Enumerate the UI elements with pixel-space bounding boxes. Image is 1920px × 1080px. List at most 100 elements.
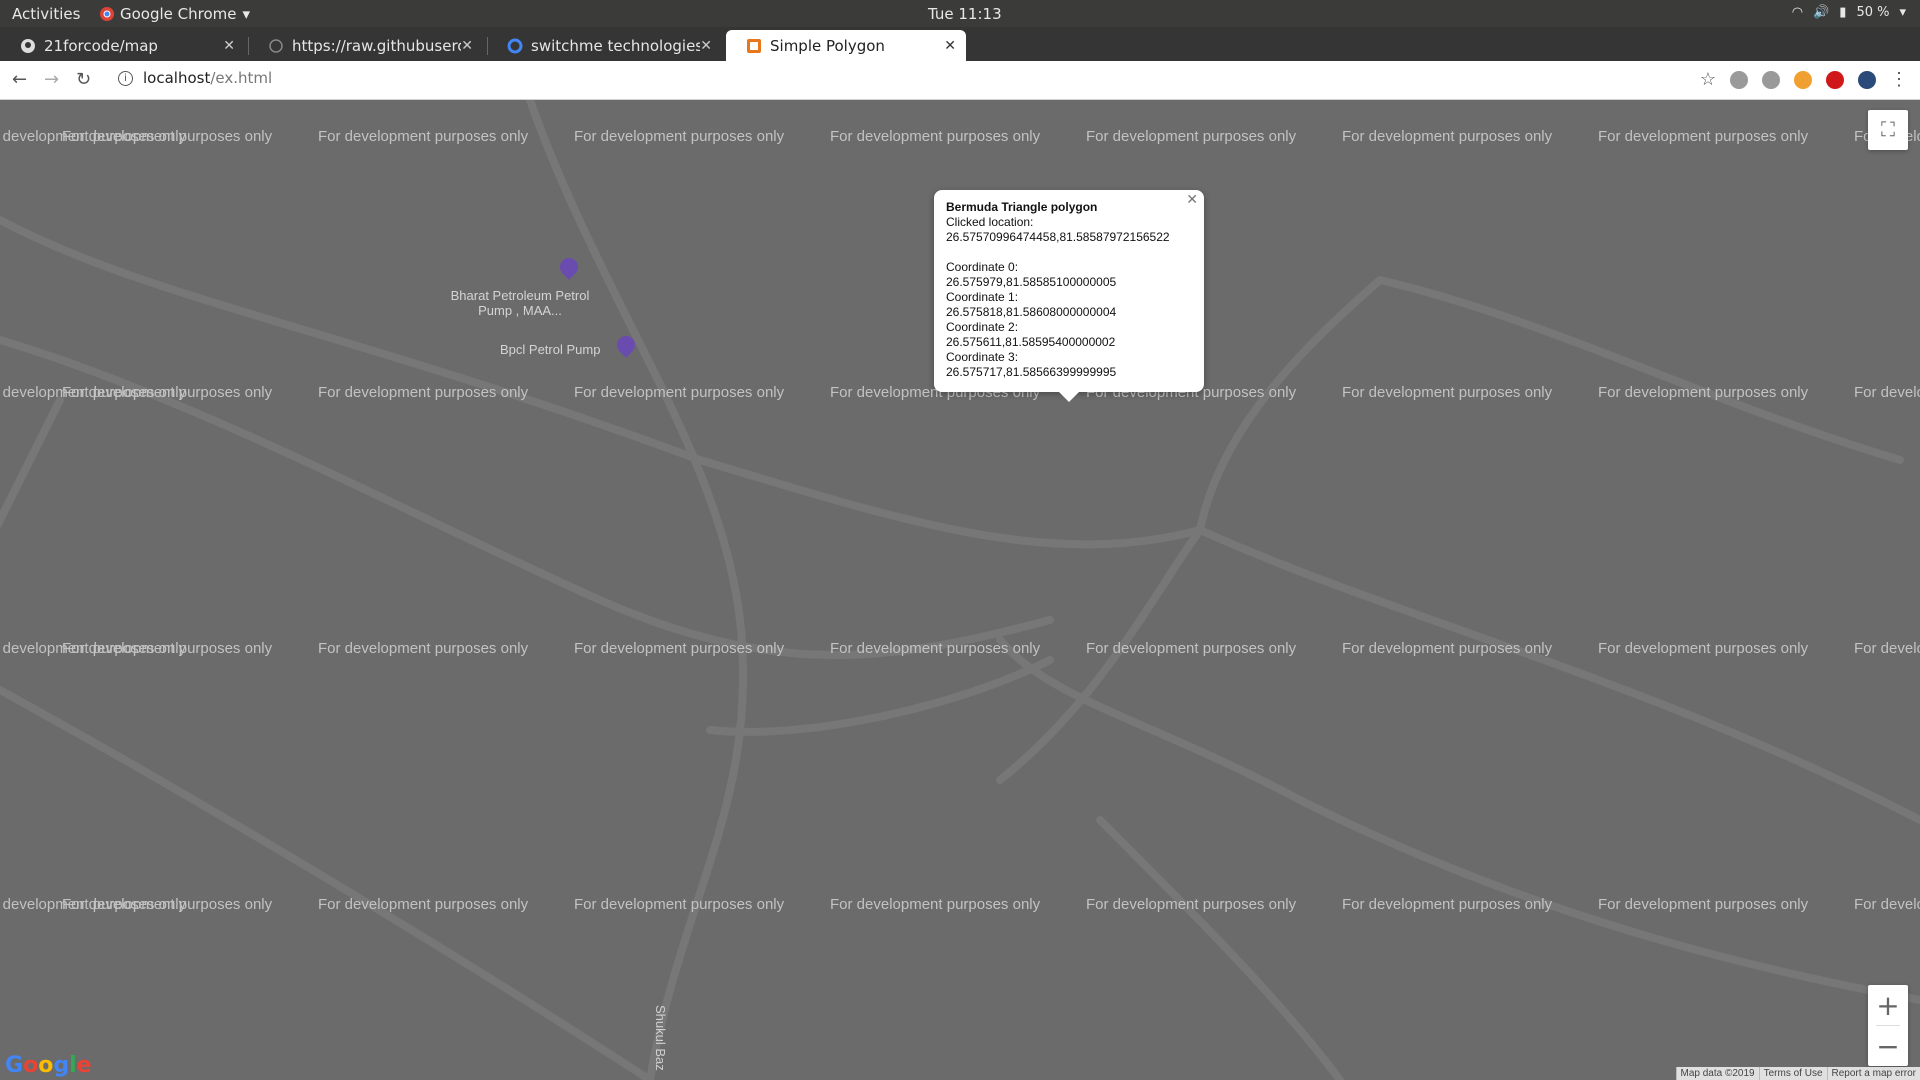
- coordinate-label: Coordinate 1:: [946, 290, 1019, 304]
- tab-github[interactable]: 21forcode/map ✕: [0, 30, 245, 61]
- close-icon[interactable]: ✕: [1186, 192, 1198, 207]
- terms-link[interactable]: Terms of Use: [1758, 1067, 1827, 1080]
- dev-watermark: For development purposes only: [1086, 128, 1297, 145]
- extension-icon[interactable]: [1730, 70, 1748, 89]
- dev-watermark: For development purposes only: [1342, 640, 1553, 657]
- poi-label-bharat-petroleum[interactable]: Bharat Petroleum Petrol Pump , MAA...: [440, 288, 600, 318]
- google-logo[interactable]: Google: [5, 1053, 92, 1078]
- chrome-icon: [100, 7, 114, 21]
- dev-watermark: For development purposes only: [318, 128, 529, 145]
- dev-watermark: For development purposes only: [1342, 384, 1553, 401]
- zoom-out-button[interactable]: −: [1868, 1026, 1908, 1066]
- battery-icon: ▮: [1839, 5, 1847, 20]
- dev-watermark: For development purposes only: [1598, 896, 1809, 913]
- tab-title: https://raw.githubuserco: [292, 36, 462, 55]
- fullscreen-button[interactable]: ⛶: [1868, 110, 1908, 150]
- tab-title: switchme technologies - G: [531, 36, 701, 55]
- dev-watermark: For development purposes only: [830, 640, 1041, 657]
- tab-raw-github[interactable]: https://raw.githubuserco ✕: [248, 30, 483, 61]
- zoom-control: + −: [1868, 985, 1908, 1066]
- report-error-link[interactable]: Report a map error: [1826, 1067, 1920, 1080]
- address-bar[interactable]: i localhost/ex.html: [118, 69, 272, 87]
- back-icon[interactable]: ←: [12, 69, 27, 90]
- info-icon[interactable]: i: [118, 70, 133, 86]
- clicked-location-label: Clicked location:: [946, 215, 1034, 229]
- dev-watermark: For development purposes only: [574, 384, 785, 401]
- avatar[interactable]: [1858, 70, 1876, 89]
- close-tab-icon[interactable]: ✕: [223, 38, 235, 54]
- info-window: ✕ Bermuda Triangle polygon Clicked locat…: [934, 190, 1204, 402]
- reload-icon[interactable]: ↻: [76, 69, 91, 90]
- dev-watermark: For development purposes only: [1854, 384, 1920, 401]
- system-tray[interactable]: ◠ 🔊 ▮ 50 % ▾: [1792, 5, 1906, 20]
- system-top-bar: Activities Google Chrome ▾ Tue 11:13 ◠ 🔊…: [0, 0, 1920, 27]
- coordinate-label: Coordinate 3:: [946, 350, 1019, 364]
- url-path: /ex.html: [210, 69, 273, 87]
- github-icon: [21, 38, 35, 53]
- coordinate-value: 26.575717,81.58566399999995: [946, 365, 1117, 379]
- star-icon[interactable]: ☆: [1700, 69, 1716, 90]
- dev-watermark: For development purposes only: [318, 640, 529, 657]
- url-host: localhost: [143, 69, 211, 87]
- dev-watermark: For development purposes only: [1598, 640, 1809, 657]
- map-canvas[interactable]: For development purposes only For develo…: [0, 100, 1920, 1080]
- extensions-area: ☆ ⋮: [1700, 69, 1908, 90]
- activities-button[interactable]: Activities: [12, 5, 80, 23]
- dev-watermark: For development purposes only: [1854, 896, 1920, 913]
- coordinate-label: Coordinate 2:: [946, 320, 1019, 334]
- app-name: Google Chrome: [120, 5, 237, 23]
- globe-icon: [269, 38, 283, 53]
- dev-watermark: For development purposes only: [1854, 640, 1920, 657]
- dev-watermark: For development purposes only: [62, 128, 273, 145]
- dev-watermark: For development purposes only: [62, 640, 273, 657]
- chevron-down-icon: ▾: [1899, 5, 1906, 20]
- dev-watermark: For development purposes only: [574, 128, 785, 145]
- dev-watermark: For development purposes only: [830, 896, 1041, 913]
- dev-watermark: For development purposes only: [830, 128, 1041, 145]
- coordinate-value: 26.575611,81.58595400000002: [946, 335, 1116, 349]
- zoom-in-button[interactable]: +: [1868, 985, 1908, 1025]
- map-data-label: Map data ©2019: [1675, 1067, 1759, 1080]
- polygon-favicon: [747, 38, 761, 53]
- tab-title: Simple Polygon: [770, 36, 885, 55]
- coordinate-value: 26.575818,81.58608000000004: [946, 305, 1117, 319]
- extension-icon[interactable]: [1794, 70, 1812, 89]
- dev-watermark: For development purposes only: [318, 896, 529, 913]
- chevron-down-icon: ▾: [242, 5, 251, 23]
- dev-watermark: For development purposes only: [1598, 128, 1809, 145]
- volume-icon: 🔊: [1813, 5, 1830, 20]
- close-tab-icon[interactable]: ✕: [461, 38, 473, 54]
- extension-icon[interactable]: [1826, 70, 1844, 89]
- coordinate-label: Coordinate 0:: [946, 260, 1019, 274]
- extension-icon[interactable]: [1762, 70, 1780, 89]
- dev-watermark: For development purposes only: [1086, 896, 1297, 913]
- tab-simple-polygon[interactable]: Simple Polygon ✕: [726, 30, 966, 61]
- dev-watermark: For development purposes only: [574, 640, 785, 657]
- google-icon: [507, 38, 523, 53]
- dev-watermark: For development purposes only: [62, 896, 273, 913]
- close-tab-icon[interactable]: ✕: [700, 38, 712, 54]
- map-attribution: Map data ©2019 Terms of Use Report a map…: [1675, 1067, 1920, 1080]
- tab-title: 21forcode/map: [44, 36, 158, 55]
- info-window-tail: [1059, 392, 1079, 402]
- dev-watermark: For development purposes only: [318, 384, 529, 401]
- road-label: Shukul Baz: [653, 1005, 668, 1071]
- menu-icon[interactable]: ⋮: [1890, 69, 1908, 90]
- url-text[interactable]: localhost/ex.html: [143, 69, 272, 87]
- app-menu[interactable]: Google Chrome ▾: [100, 5, 250, 23]
- dev-watermark: For development purposes only: [1598, 384, 1809, 401]
- dev-watermark: For development purposes only: [1342, 896, 1553, 913]
- wifi-icon: ◠: [1791, 5, 1804, 20]
- forward-icon[interactable]: →: [44, 69, 59, 90]
- dev-watermark: For development purposes only: [1086, 640, 1297, 657]
- poi-label-bpcl[interactable]: Bpcl Petrol Pump: [500, 342, 600, 357]
- dev-watermark: For development purposes only: [62, 384, 273, 401]
- browser-toolbar: ← → ↻ i localhost/ex.html ☆ ⋮: [0, 61, 1920, 100]
- clicked-location-value: 26.57570996474458,81.58587972156522: [946, 230, 1170, 244]
- clock[interactable]: Tue 11:13: [928, 5, 1002, 23]
- info-title: Bermuda Triangle polygon: [946, 200, 1098, 214]
- battery-level: 50 %: [1856, 5, 1890, 20]
- tab-google-search[interactable]: switchme technologies - G ✕: [487, 30, 722, 61]
- close-tab-icon[interactable]: ✕: [944, 38, 956, 54]
